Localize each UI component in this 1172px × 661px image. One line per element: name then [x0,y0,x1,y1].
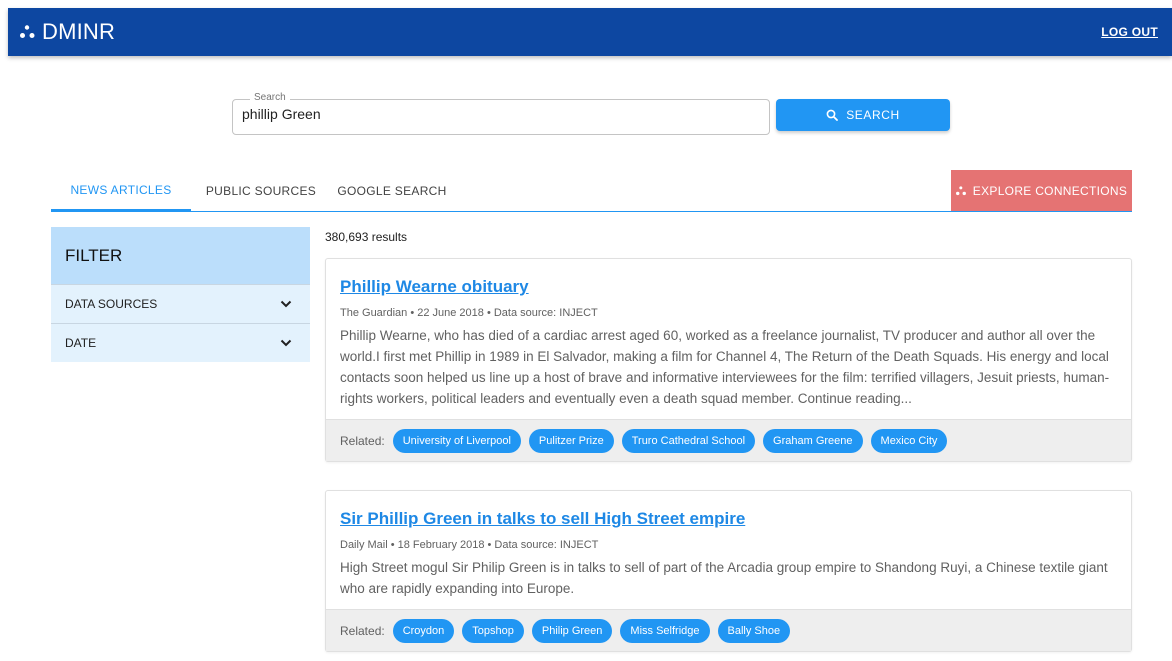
article-title-link[interactable]: Phillip Wearne obituary [340,277,529,297]
tab-label: GOOGLE SEARCH [337,183,447,198]
related-chip[interactable]: Miss Selfridge [620,618,710,643]
related-chip[interactable]: Croydon [392,618,455,643]
related-label: Related: [340,623,385,638]
related-chip[interactable]: Graham Greene [763,428,863,453]
filter-date[interactable]: DATE [51,323,310,362]
search-input[interactable] [242,106,752,122]
explore-connections-button[interactable]: EXPLORE CONNECTIONS [951,170,1132,211]
search-field[interactable]: Search [232,92,770,135]
explore-connections-label: EXPLORE CONNECTIONS [972,183,1128,198]
related-chip[interactable]: Topshop [462,618,524,643]
filter-title: FILTER [51,227,310,284]
article-snippet: Phillip Wearne, who has died of a cardia… [340,328,1110,406]
related-chip[interactable]: University of Liverpool [392,428,521,453]
filter-data-sources[interactable]: DATA SOURCES [51,284,310,323]
tab-public-sources[interactable]: PUBLIC SOURCES [191,170,331,211]
filter-item-label: DATE [65,336,97,350]
search-icon [826,109,839,121]
article-meta: Daily Mail • 18 February 2018 • Data sou… [340,539,599,551]
network-icon [955,185,966,195]
article-meta: The Guardian • 22 June 2018 • Data sourc… [340,307,598,319]
chevron-down-icon [280,339,292,347]
related-chip[interactable]: Truro Cathedral School [621,428,756,453]
logout-link[interactable]: LOG OUT [1101,25,1158,39]
article-snippet: High Street mogul Sir Philip Green is in… [340,560,1108,596]
brand[interactable]: DMINR [20,19,115,45]
results-count: 380,693 results [325,230,408,244]
app-title: DMINR [42,19,116,44]
filter-panel: FILTER DATA SOURCES DATE [51,227,310,362]
related-chip[interactable]: Mexico City [870,428,948,453]
related-chip[interactable]: Bally Shoe [717,618,791,643]
search-label: Search [250,92,290,103]
article-title-link[interactable]: Sir Phillip Green in talks to sell High … [340,509,745,529]
related-entities: Related: Croydon Topshop Philip Green Mi… [326,609,1131,651]
tab-news-articles[interactable]: NEWS ARTICLES [51,170,191,211]
app-bar: DMINR LOG OUT [8,8,1172,56]
related-label: Related: [340,433,385,448]
network-logo-icon [20,25,35,38]
result-tabs: NEWS ARTICLES PUBLIC SOURCES GOOGLE SEAR… [51,170,1132,212]
related-entities: Related: University of Liverpool Pulitze… [326,419,1131,461]
related-chip[interactable]: Philip Green [531,618,613,643]
related-chip[interactable]: Pulitzer Prize [528,428,614,453]
filter-item-label: DATA SOURCES [65,297,158,311]
chevron-down-icon [280,300,292,308]
article-card: Phillip Wearne obituary The Guardian • 2… [325,258,1132,462]
search-button-label: SEARCH [846,108,900,122]
tab-google-search[interactable]: GOOGLE SEARCH [331,170,453,211]
tab-label: NEWS ARTICLES [70,182,172,197]
search-button[interactable]: SEARCH [776,99,950,131]
article-card: Sir Phillip Green in talks to sell High … [325,490,1132,652]
tab-label: PUBLIC SOURCES [205,183,317,198]
